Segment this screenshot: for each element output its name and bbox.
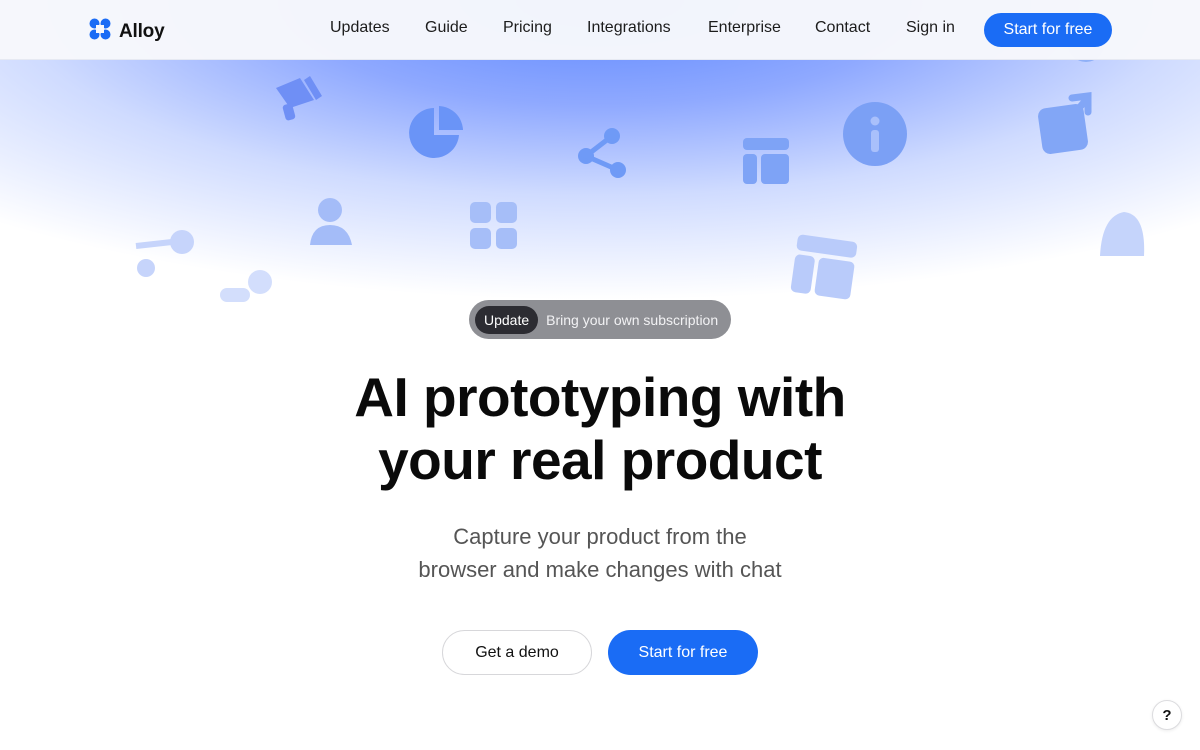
grid-icon xyxy=(470,202,518,250)
subhead-line-2: browser and make changes with chat xyxy=(418,557,782,582)
get-demo-button[interactable]: Get a demo xyxy=(442,630,592,675)
update-tag: Update xyxy=(475,305,539,334)
nav-link-updates[interactable]: Updates xyxy=(330,19,390,37)
nav-link-sign-in[interactable]: Sign in xyxy=(906,19,955,37)
bell-icon xyxy=(1092,206,1152,262)
subhead-line-1: Capture your product from the xyxy=(453,524,747,549)
update-announcement-badge[interactable]: Update Bring your own subscription xyxy=(469,300,731,339)
info-icon xyxy=(842,101,908,167)
headline-line-1: AI prototyping with xyxy=(354,366,846,428)
external-link-icon xyxy=(1038,92,1094,154)
top-navbar: Alloy Updates Guide Pricing Integrations… xyxy=(0,0,1200,60)
help-button[interactable]: ? xyxy=(1152,700,1182,730)
nav-link-enterprise[interactable]: Enterprise xyxy=(708,19,781,37)
hero-subheadline: Capture your product from the browser an… xyxy=(350,520,850,586)
nav-link-guide[interactable]: Guide xyxy=(425,19,468,37)
share-icon xyxy=(576,126,630,180)
megaphone-icon xyxy=(270,70,326,122)
table-icon xyxy=(790,234,858,300)
nav-link-integrations[interactable]: Integrations xyxy=(587,19,671,37)
update-text: Bring your own subscription xyxy=(546,311,719,328)
nav-link-pricing[interactable]: Pricing xyxy=(503,19,552,37)
user-icon xyxy=(308,197,354,247)
nav-start-free-button[interactable]: Start for free xyxy=(984,13,1112,47)
hero-start-free-button[interactable]: Start for free xyxy=(608,630,758,675)
pie-chart-icon xyxy=(407,104,465,162)
nav-link-contact[interactable]: Contact xyxy=(815,19,870,37)
layout-icon xyxy=(743,138,789,184)
hero-headline: AI prototyping with your real product xyxy=(250,366,950,492)
headline-line-2: your real product xyxy=(378,429,822,491)
connector-icon xyxy=(132,228,196,278)
connector-icon xyxy=(220,268,280,308)
